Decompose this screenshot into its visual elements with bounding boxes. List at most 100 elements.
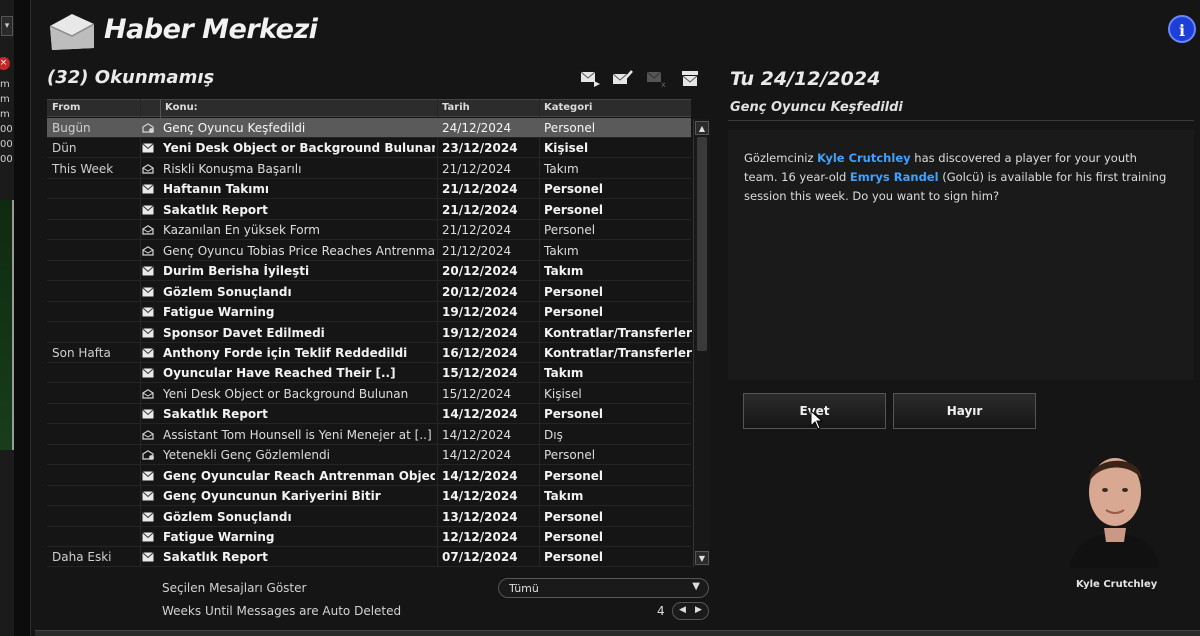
row-subject: Riskli Konuşma Başarılı [163, 161, 302, 176]
decrement-arrow-icon[interactable]: ◀ [679, 605, 686, 615]
row-category: Kontratlar/Transferler [544, 325, 692, 340]
divider [728, 120, 1194, 121]
mail-unread-icon [142, 470, 154, 481]
row-subject: Fatigue Warning [163, 305, 275, 320]
row-date: 16/12/2024 [442, 345, 518, 360]
row-subject: Oyuncular Have Reached Their [..] [163, 366, 396, 381]
column-header-category[interactable]: Kategori [544, 102, 592, 113]
mail-unread-icon [142, 327, 154, 337]
row-subject: Kazanılan En yüksek Form [163, 223, 320, 238]
scout-name-link[interactable]: Kyle Crutchley [817, 151, 910, 165]
left-side-strip: ▾ × m m m 00 00 00 [0, 0, 14, 636]
strip-label: 00 [0, 139, 13, 150]
row-category: Kişisel [544, 386, 582, 401]
table-row[interactable]: Dün Yeni Desk Object or Background Buluna… [47, 138, 691, 159]
mail-unread-icon [142, 348, 154, 358]
table-row[interactable]: Yetenekli Genç Gözlemlendi 14/12/2024 Pers… [47, 445, 691, 466]
row-date: 14/12/2024 [442, 407, 518, 422]
row-subject: Gözlem Sonuçlandı [163, 284, 292, 299]
table-row[interactable]: Daha Eski Sakatlık Report 07/12/2024 Person… [47, 547, 691, 568]
row-category: Personel [544, 550, 604, 565]
row-date: 21/12/2024 [442, 161, 512, 176]
body-text: Gözlemciniz [744, 151, 818, 165]
table-row[interactable]: Sponsor Davet Edilmedi 19/12/2024 Kontratl… [47, 323, 692, 343]
mark-read-icon[interactable] [612, 70, 634, 88]
row-date: 14/12/2024 [442, 448, 512, 463]
mail-unread-icon [142, 286, 154, 297]
close-icon[interactable]: × [0, 57, 10, 70]
table-row[interactable]: Assistant Tom Hounsell is Yeni Menejer a… [47, 425, 691, 445]
row-subject: Durim Berisha İyileşti [163, 264, 310, 279]
auto-delete-label: Weeks Until Messages are Auto Deleted [162, 604, 402, 618]
row-category: Takım [544, 366, 584, 381]
row-date: 14/12/2024 [442, 489, 518, 504]
sender-name: Kyle Crutchley [1076, 579, 1158, 590]
table-row[interactable]: Gözlem Sonuçlandı 20/12/2024 Personel [47, 282, 691, 302]
weeks-stepper[interactable]: ◀ ▶ [672, 602, 709, 620]
row-group-label: Daha Eski [52, 550, 112, 565]
row-group-label: This Week [52, 161, 114, 176]
mail-unread-icon [142, 266, 154, 276]
row-group-label: Dün [52, 141, 77, 156]
row-category: Personel [544, 223, 596, 238]
row-date: 21/12/2024 [442, 202, 518, 217]
inbox-table: From Konu: Tarih Kategori Bugün Genç Oyun… [47, 99, 710, 568]
table-row[interactable]: Durim Berisha İyileşti 20/12/2024 Takım [47, 261, 691, 282]
column-header-date[interactable]: Tarih [442, 102, 470, 113]
scroll-down-button[interactable]: ▼ [695, 551, 709, 565]
mouse-cursor-icon [810, 410, 824, 430]
no-button[interactable]: Hayır [893, 393, 1036, 429]
row-category: Personel [544, 448, 596, 463]
table-row[interactable]: Oyuncular Have Reached Their [..] 15/12/2… [47, 363, 691, 384]
row-category: Personel [544, 182, 604, 197]
table-row[interactable]: Bugün Genç Oyuncu Keşfedildi 24/12/2024 Per… [47, 118, 691, 138]
table-row[interactable]: Genç Oyuncunun Kariyerini Bitir 14/12/202… [47, 486, 691, 507]
scroll-thumb[interactable] [697, 137, 707, 351]
row-subject: Anthony Forde için Teklif Reddedildi [163, 345, 408, 360]
column-header-from[interactable]: From [52, 102, 80, 113]
table-row[interactable]: Son Hafta Anthony Forde için Teklif Redde… [47, 343, 692, 363]
row-subject: Genç Oyuncu Tobias Price Reaches Antrenm… [163, 243, 435, 258]
table-row[interactable]: Genç Oyuncu Tobias Price Reaches Antrenm… [47, 241, 691, 261]
forward-mail-icon[interactable] [580, 70, 602, 88]
row-subject: Assistant Tom Hounsell is Yeni Menejer a… [163, 427, 432, 442]
table-row[interactable]: Fatigue Warning 12/12/2024 Personel [47, 527, 691, 547]
increment-arrow-icon[interactable]: ▶ [695, 605, 702, 615]
table-row[interactable]: Sakatlık Report 21/12/2024 Personel [47, 200, 691, 220]
mail-unread-icon [142, 368, 154, 378]
mail-unread-icon [142, 184, 154, 194]
strip-label: m [0, 79, 10, 90]
mail-unread-icon [142, 307, 154, 317]
row-category: Takım [544, 264, 584, 279]
table-row[interactable]: Genç Oyuncular Reach Antrenman Objective… [47, 466, 691, 486]
archive-mail-icon[interactable] [680, 70, 702, 88]
player-name-link[interactable]: Emrys Randel [850, 170, 939, 184]
row-subject: Haftanın Takımı [163, 182, 270, 197]
mail-flagged-icon [142, 123, 154, 133]
table-row[interactable]: Sakatlık Report 14/12/2024 Personel [47, 404, 691, 425]
row-subject: Fatigue Warning [163, 530, 275, 544]
row-date: 14/12/2024 [442, 468, 518, 483]
row-date: 14/12/2024 [442, 427, 512, 442]
dropdown-caret-button[interactable]: ▾ [1, 16, 13, 36]
table-row[interactable]: This Week Riskli Konuşma Başarılı 21/12/20… [47, 159, 691, 179]
row-category: Takım [544, 489, 584, 504]
row-category: Personel [544, 305, 604, 320]
column-header-subject[interactable]: Konu: [165, 102, 198, 113]
mail-read-icon [142, 388, 154, 399]
table-row[interactable]: Gözlem Sonuçlandı 13/12/2024 Personel [47, 507, 691, 527]
delete-mail-icon[interactable]: x [646, 70, 668, 88]
table-row[interactable]: Kazanılan En yüksek Form 21/12/2024 Person… [47, 220, 691, 241]
mail-unread-icon [142, 204, 154, 215]
info-icon[interactable]: i [1168, 15, 1196, 43]
strip-label: m [0, 109, 10, 120]
table-row[interactable]: Haftanın Takımı 21/12/2024 Personel [47, 179, 691, 200]
list-scrollbar[interactable]: ▲ ▼ [693, 119, 710, 567]
scroll-up-button[interactable]: ▲ [695, 121, 709, 135]
chevron-down-icon: ▼ [692, 581, 700, 592]
show-messages-dropdown[interactable]: Tümü ▼ [498, 578, 709, 598]
row-subject: Genç Oyuncu Keşfedildi [163, 121, 306, 135]
staff-portrait-avatar [1064, 442, 1166, 568]
table-row[interactable]: Yeni Desk Object or Background Bulunan 15… [47, 384, 691, 404]
table-row[interactable]: Fatigue Warning 19/12/2024 Personel [47, 302, 691, 323]
